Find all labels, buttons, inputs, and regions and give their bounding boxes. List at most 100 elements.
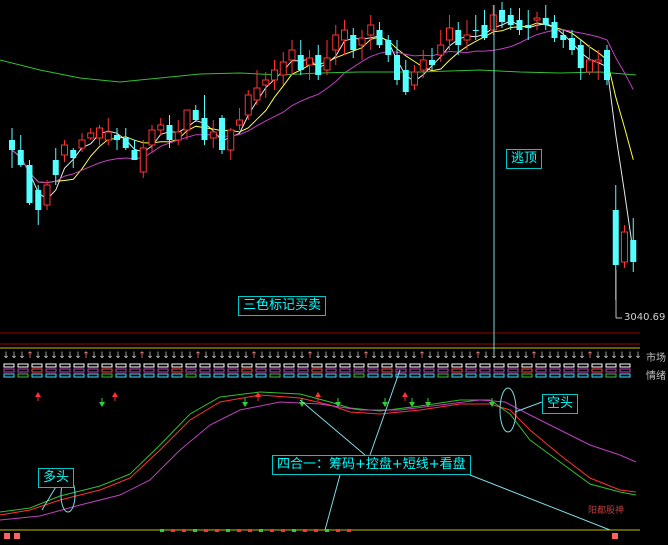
strip-mark <box>14 533 20 539</box>
candle-body <box>463 34 471 41</box>
candle-body <box>114 135 120 140</box>
candle-body <box>332 34 340 51</box>
signal-arrow <box>315 392 321 397</box>
candle-body <box>419 59 427 71</box>
candle <box>209 120 217 148</box>
candle <box>323 40 331 75</box>
candle <box>577 40 584 80</box>
candle <box>9 128 15 168</box>
mood-bar <box>451 363 463 368</box>
arrow-mark: ↓ <box>106 351 114 361</box>
mood-bar <box>493 363 505 368</box>
mood-bar <box>17 373 29 378</box>
arrow-mark: ↓ <box>514 351 522 361</box>
strip-mark <box>347 529 351 532</box>
strip-mark <box>204 529 208 532</box>
candle-body <box>183 109 191 131</box>
candle-body <box>35 190 42 210</box>
candle <box>455 22 462 55</box>
candle-body <box>219 118 225 150</box>
mood-bar <box>521 368 533 373</box>
mood-bar <box>101 373 113 378</box>
mood-label: 情绪 <box>646 371 666 382</box>
mood-bar <box>549 373 561 378</box>
strip-mark <box>314 529 318 532</box>
candle-body <box>489 14 497 31</box>
mood-bar <box>283 368 295 373</box>
mood-bar <box>129 363 141 368</box>
candle <box>367 15 375 50</box>
candle <box>402 60 409 95</box>
candle <box>507 8 514 30</box>
mood-bar <box>493 373 505 378</box>
candle <box>236 108 243 130</box>
candle <box>166 115 173 148</box>
candle <box>525 10 532 40</box>
market-arrow-row: ↓ ↓ ↓ ↑ ↓ ↓ ↓ ↓ ↓ ↓ ↑ ↓ ↓ ↓ ↓ ↓ ↓ ↑ ↓ ↓ ↓ ↓ ↓ ↓ ↑ ↓ ↓ ↓ ↓ ↓ ↓ ↑ ↓ ↓ ↓ ↓ ↓ ↓ ↑ ↓… <box>2 351 642 361</box>
arrow-mark: ↑ <box>474 351 482 361</box>
candle <box>419 50 427 78</box>
candle <box>341 20 348 55</box>
candle-body <box>253 87 261 101</box>
candle-body <box>350 35 357 50</box>
arrow-mark: ↓ <box>450 351 458 361</box>
mood-bar <box>549 363 561 368</box>
low-price-label: 3040.69 <box>624 312 666 323</box>
candle-body <box>323 57 331 71</box>
arrow-mark: ↑ <box>586 351 594 361</box>
mood-bar <box>367 373 379 378</box>
mood-bar <box>311 373 323 378</box>
mood-bar <box>59 368 71 373</box>
candle <box>385 35 392 62</box>
mood-bar <box>17 363 29 368</box>
candle-body <box>148 129 156 146</box>
candle <box>411 65 418 90</box>
candle-body <box>139 147 147 173</box>
candle <box>586 45 593 75</box>
candle-body <box>612 210 619 265</box>
arrow-mark: ↓ <box>466 351 474 361</box>
candle <box>437 30 445 62</box>
short-label: 空头 <box>542 394 579 414</box>
arrow-mark: ↓ <box>434 351 442 361</box>
candle-body <box>192 110 199 120</box>
arrow-mark: ↓ <box>58 351 66 361</box>
mood-bar <box>339 368 351 373</box>
mood-bar <box>171 373 183 378</box>
strip-mark <box>281 529 285 532</box>
mood-bar <box>437 368 449 373</box>
mood-bar <box>227 363 239 368</box>
mood-bar <box>185 363 197 368</box>
arrow-mark: ↓ <box>546 351 554 361</box>
candle-body <box>594 59 602 63</box>
candle <box>122 128 129 150</box>
mood-bar <box>535 368 547 373</box>
candle-body <box>533 17 541 21</box>
mood-bar <box>255 373 267 378</box>
arrow-mark: ↓ <box>74 351 82 361</box>
signal-arrow <box>99 402 105 407</box>
long-label: 多头 <box>38 468 75 488</box>
mood-bar <box>3 368 15 373</box>
candle-body <box>358 37 366 46</box>
mood-bar <box>101 368 113 373</box>
arrow-mark: ↓ <box>346 351 354 361</box>
candle <box>630 218 637 272</box>
candle <box>35 185 42 225</box>
candle <box>315 45 322 80</box>
mood-bar <box>535 373 547 378</box>
candle <box>271 60 278 90</box>
candle-body <box>429 60 435 65</box>
mood-bar <box>409 373 421 378</box>
candle <box>78 133 86 152</box>
candle-body <box>630 240 637 262</box>
strip-mark <box>303 529 307 532</box>
mood-bar <box>507 368 519 373</box>
mood-bar <box>255 368 267 373</box>
mood-bar <box>367 363 379 368</box>
mood-bar <box>353 363 365 368</box>
candle-body <box>78 139 86 149</box>
mood-bar <box>549 368 561 373</box>
candle <box>288 40 296 75</box>
market-label: 市场 <box>646 353 666 364</box>
